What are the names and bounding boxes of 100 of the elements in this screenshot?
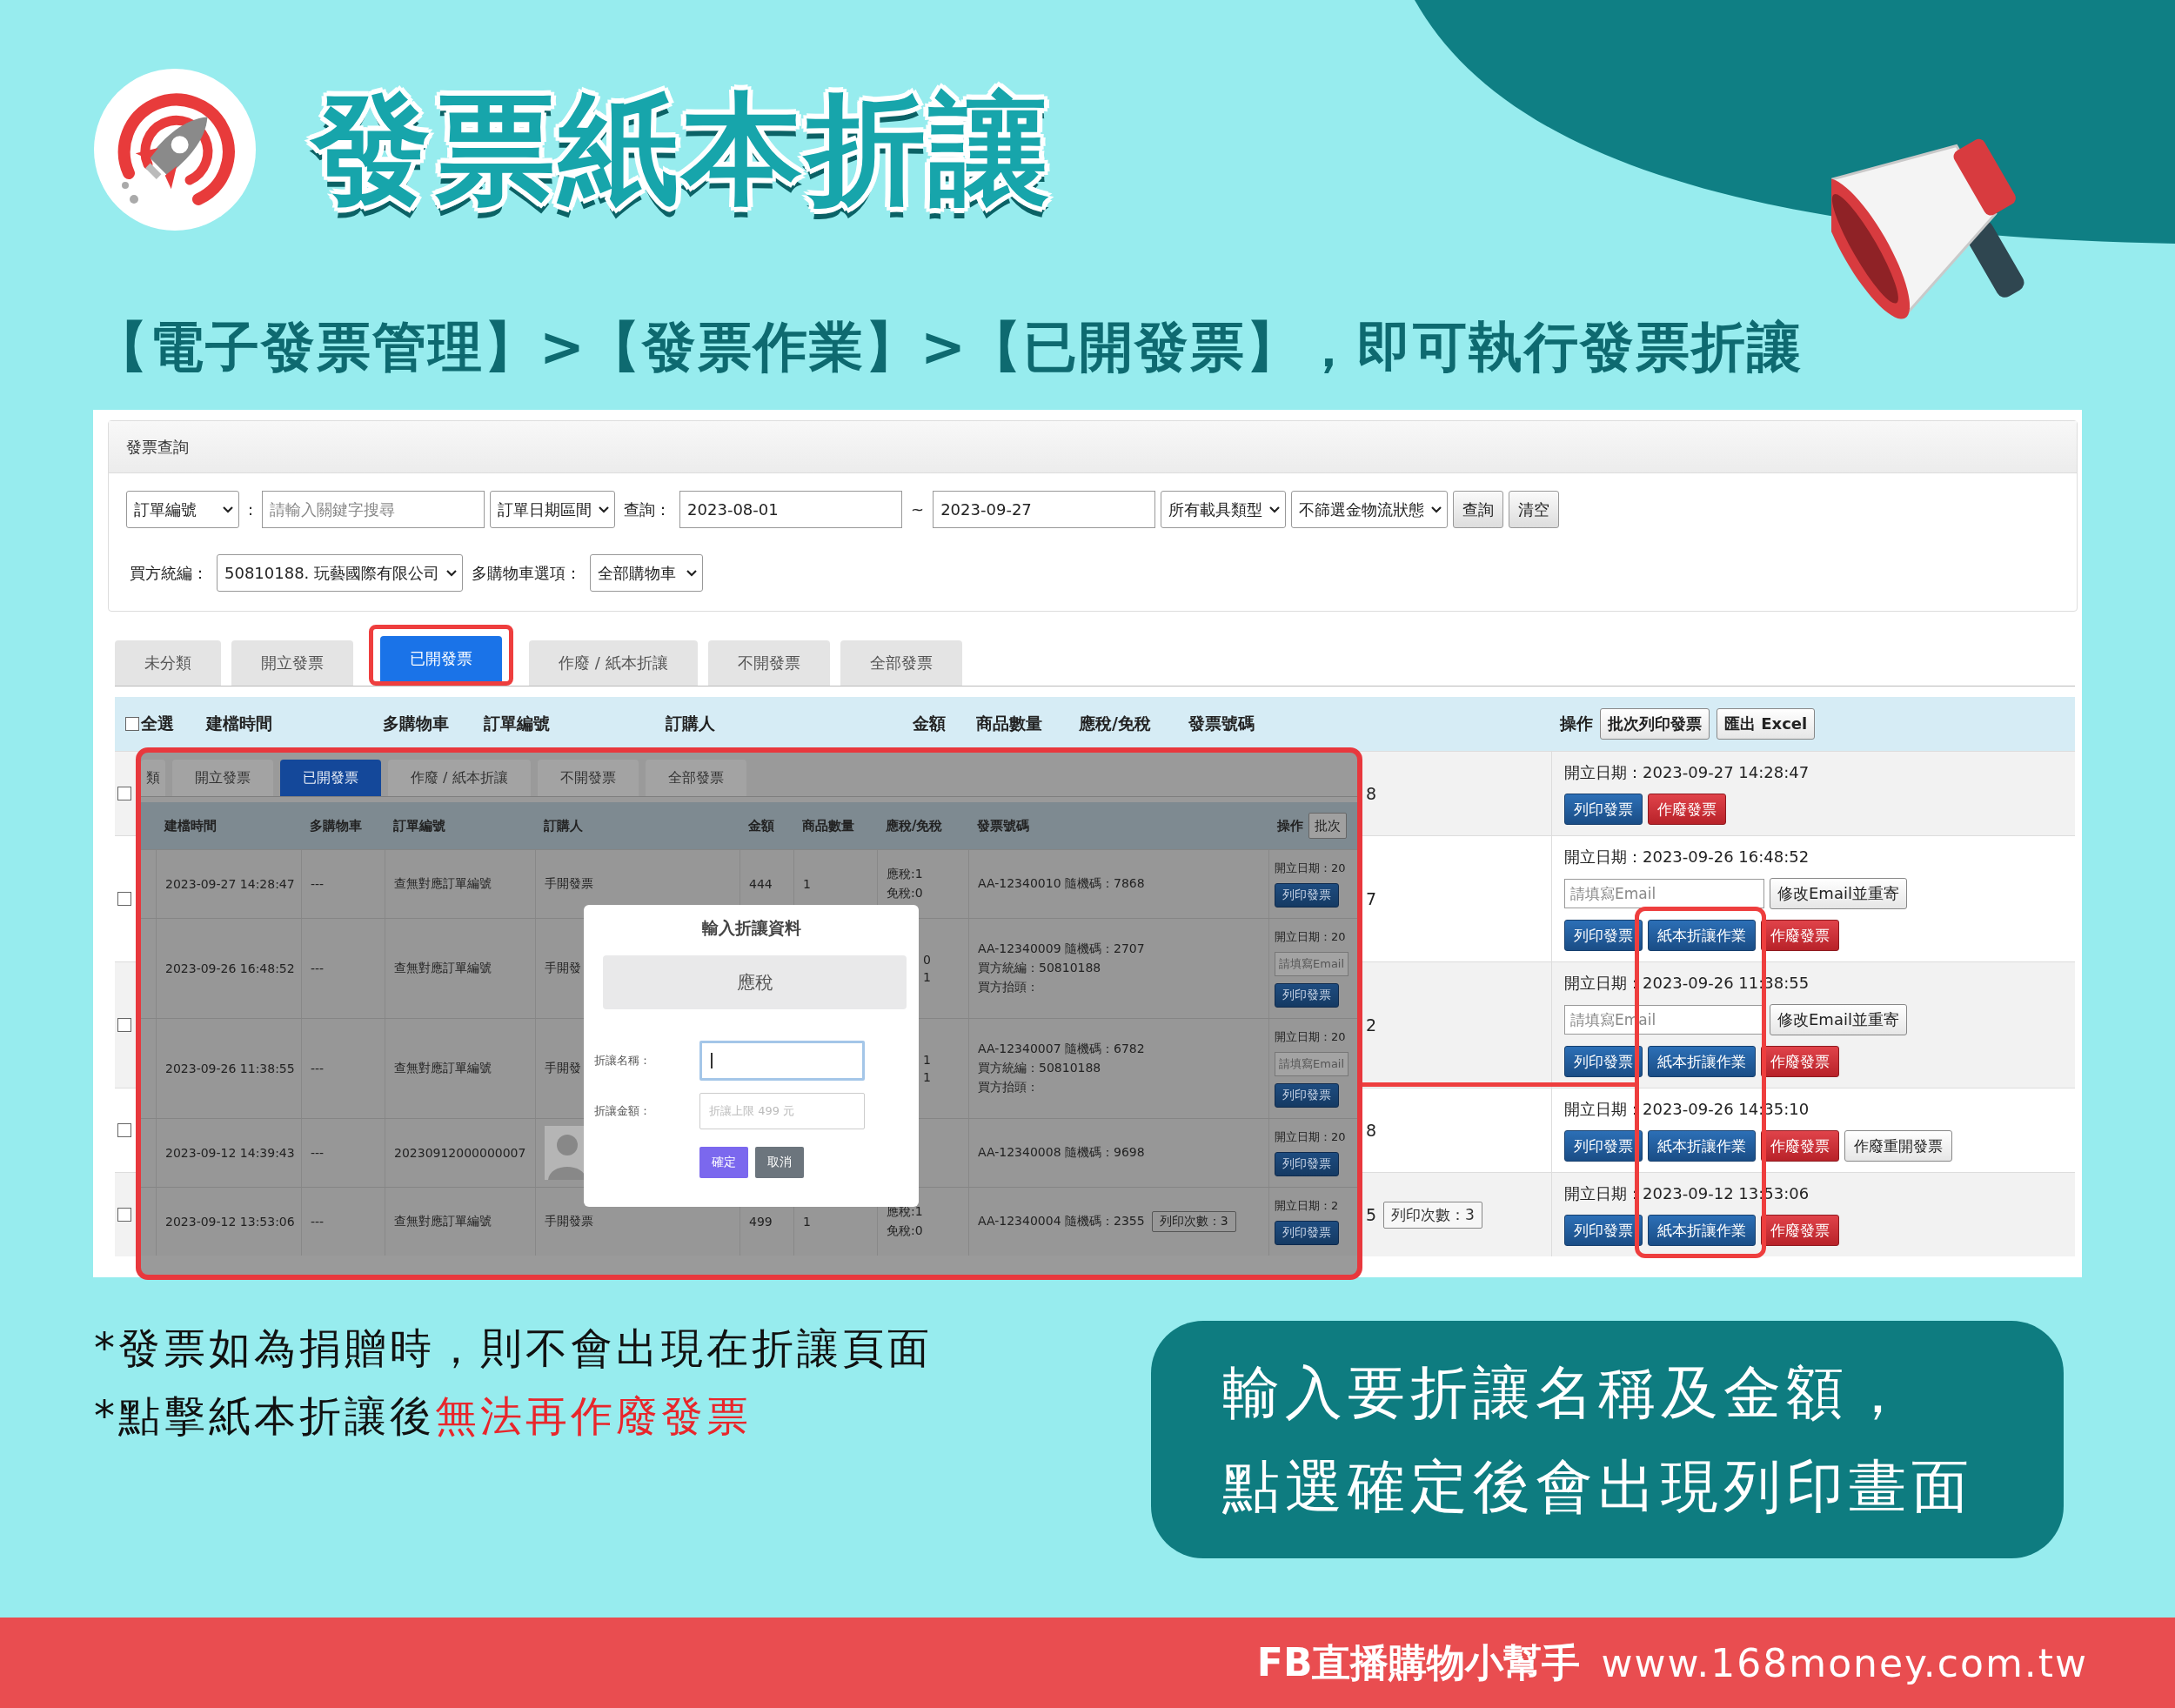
print-button[interactable]: 列印發票 [1564,1130,1643,1162]
resend-email-button[interactable]: 修改Email並重寄 [1770,878,1907,909]
tab[interactable]: 已開發票 [280,760,381,796]
reissue-button[interactable]: 作廢重開發票 [1844,1130,1952,1162]
tab[interactable]: 已開發票 [380,636,502,681]
table-cell: 1 [803,877,811,891]
checkbox[interactable] [117,1123,131,1137]
dropdown[interactable]: 不篩選金物流狀態 [1291,491,1449,528]
print-button[interactable]: 列印發票 [1275,983,1339,1008]
cancel-button[interactable]: 取消 [755,1147,804,1178]
panel-heading: 發票查詢 [109,421,2077,473]
table-cell: 2023-09-27 14:28:47 [165,877,295,891]
allowance-button[interactable]: 紙本折讓作業 [1648,1130,1756,1162]
date-field[interactable]: 2023-09-27 [933,491,1156,528]
print-button[interactable]: 列印發票 [1275,1083,1339,1108]
dropdown[interactable]: 50810188. 玩藝國際有限公司 [217,554,464,592]
tab[interactable]: 作廢 / 紙本折讓 [529,640,698,686]
callout-text: 輸入要折讓名稱及金額， [1222,1357,1912,1428]
print-button[interactable]: 列印發票 [1275,883,1339,908]
table-cell: --- [311,877,325,891]
tab[interactable]: 未分類 [115,640,221,686]
dropdown[interactable]: 全部購物車 [590,554,704,592]
resend-email-button[interactable]: 修改Email並重寄 [1770,1004,1907,1035]
dropdown[interactable]: 訂單日期區間 [490,491,616,528]
confirm-button[interactable]: 確定 [699,1147,748,1178]
issue-date: 開立日期：20 [1275,861,1346,876]
field-label: 查詢： [623,499,673,520]
table-cell: 0 [923,953,931,967]
table-cell: 2 [1366,1015,1377,1035]
column-header: 金額 [912,713,947,734]
tab[interactable]: 全部發票 [840,640,962,686]
tab[interactable]: 開立發票 [172,760,273,796]
void-button[interactable]: 作廢發票 [1761,1130,1839,1162]
note-text: *發票如為捐贈時，則不會出現在折讓頁面 [94,1323,933,1374]
batch-button[interactable]: 批次 [1308,813,1347,839]
brand-name: FB直播購物小幫手 [1256,1638,1581,1686]
print-button[interactable]: 列印發票 [1564,1215,1643,1246]
table-cell: --- [311,961,325,975]
table-cell: 2023-09-26 11:38:55 [165,1062,295,1075]
column-header: 商品數量 [975,713,1043,734]
print-button[interactable]: 列印發票 [1564,794,1643,825]
table-cell: 免稅:0 [887,1223,923,1239]
checkbox[interactable] [117,1208,131,1222]
table-cell: --- [311,1062,325,1075]
allowance-button[interactable]: 紙本折讓作業 [1648,920,1756,951]
column-header: 應稅/免稅 [1078,713,1152,734]
print-button[interactable]: 列印發票 [1275,1221,1339,1245]
table-cell: 20230912000000007 [394,1146,526,1160]
checkbox[interactable] [117,892,131,906]
table-cell: 5 [1366,1205,1377,1224]
tab[interactable]: 開立發票 [231,640,353,686]
table-cell: 查無對應訂單編號 [394,961,492,976]
checkbox[interactable] [125,717,139,731]
issue-date: 開立日期：20 [1275,929,1346,945]
column-header: 操作 [1277,817,1303,834]
void-button[interactable]: 作廢發票 [1761,1046,1839,1077]
column-header: 發票號碼 [976,817,1030,834]
void-button[interactable]: 作廢發票 [1761,1215,1839,1246]
table-cell: AA-12340008 隨機碼：9698 [978,1145,1145,1161]
print-count-badge: 列印次數：3 [1151,1211,1236,1232]
void-button[interactable]: 作廢發票 [1761,920,1839,951]
search-field[interactable]: 請輸入關鍵字搜尋 [262,491,485,528]
website-link[interactable]: www.168money.com.tw [1601,1640,2088,1685]
header-button[interactable]: 批次列印發票 [1600,708,1710,740]
void-button[interactable]: 作廢發票 [1648,794,1726,825]
print-button[interactable]: 列印發票 [1564,1046,1643,1077]
print-button[interactable]: 列印發票 [1564,920,1643,951]
table-cell: AA-12340007 隨機碼：6782 [978,1042,1145,1057]
header-button[interactable]: 匯出 Excel [1717,708,1816,740]
query-button[interactable]: 清空 [1509,491,1560,528]
tab[interactable]: 類 [141,760,165,796]
tab[interactable]: 全部發票 [645,760,746,796]
query-button[interactable]: 查詢 [1453,491,1504,528]
dropdown[interactable]: 所有載具類型 [1161,491,1287,528]
tab[interactable]: 不開發票 [537,760,639,796]
page-title: 發票紙本折讓 [311,84,1053,216]
email-field[interactable]: 請填寫Email [1564,879,1764,908]
table-cell: 手開發票 [545,1214,593,1229]
column-header: 應稅/免稅 [885,817,944,834]
allowance-button[interactable]: 紙本折讓作業 [1648,1215,1756,1246]
checkbox[interactable] [117,787,131,800]
column-header: 建檔時間 [163,817,218,834]
table-cell: 查無對應訂單編號 [394,1214,492,1229]
allowance-button[interactable]: 紙本折讓作業 [1648,1046,1756,1077]
date-field[interactable]: 2023-08-01 [679,491,903,528]
print-button[interactable]: 列印發票 [1275,1152,1339,1176]
table-cell: 應稅:1 [887,867,923,882]
issue-date: 開立日期：2 [1275,1198,1339,1214]
print-count-badge: 列印次數：3 [1383,1201,1482,1229]
caret-icon [1269,506,1281,513]
text-field[interactable] [699,1041,865,1081]
column-header: 訂單編號 [392,817,446,834]
tab[interactable]: 不開發票 [707,640,830,686]
checkbox[interactable] [117,1018,131,1032]
tab[interactable]: 作廢 / 紙本折讓 [388,760,531,796]
table-cell: 查無對應訂單編號 [394,876,492,892]
column-header: 訂單編號 [483,713,551,734]
dropdown[interactable]: 訂單編號 [126,491,239,528]
caret-icon [686,569,698,577]
table-cell: 買方抬頭： [978,1080,1039,1095]
